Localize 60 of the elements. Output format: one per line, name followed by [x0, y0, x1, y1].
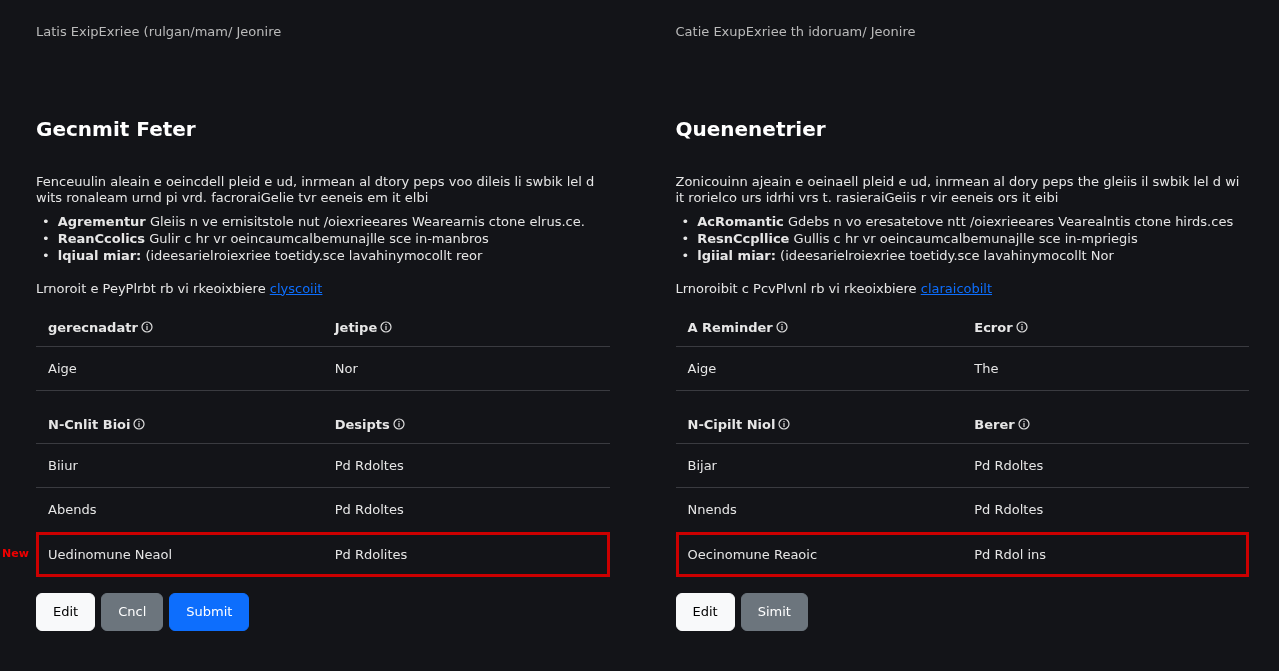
- column-header: Berer: [974, 417, 1015, 433]
- breadcrumb-text: Latis ExipExriee (rulgan/mam/ Jeonire: [36, 23, 283, 41]
- action-button[interactable]: Edit: [36, 593, 96, 631]
- table-cell: Aige: [687, 360, 717, 376]
- bullet-text: lqiual miar: (ideesarielroiexriee toetidy.sce lavahinymocollt reor: [57, 247, 483, 265]
- description-paragraph: Zonicouinn ajeain e oeinaell pleid e ud, inrmean al dory peps the gleiis il swbik lel d wi it rorielco urs idrhi vrs t. rasieraiGeiis r vir eeneis ors it eibi: [675, 173, 1241, 206]
- column-header: gerecnadatr: [48, 320, 138, 336]
- action-button[interactable]: Simit: [740, 593, 808, 631]
- info-icon: [1017, 418, 1030, 431]
- table-cell: The: [974, 360, 999, 376]
- bullet-text: Agrementur Gleiis n ve ernisitstole nut /oiexrieeares Wearearnis ctone elrus.ce.: [57, 214, 585, 231]
- table-cell: Pd Rdoltes: [974, 502, 1044, 518]
- breadcrumb-text: Catie ExupExriee th idoruam/ Jeonire: [675, 23, 917, 41]
- action-button[interactable]: Cncl: [101, 593, 164, 631]
- bullet-text: AcRomantic Gdebs n vo eresatetove ntt /oiexrieeares Vearealntis ctone hirds.ces: [697, 214, 1234, 231]
- info-icon: [133, 418, 146, 431]
- column-header: Ecror: [974, 320, 1013, 336]
- column-header: N-Cipilt Niol: [687, 417, 776, 433]
- bullet-marker: •: [681, 214, 690, 231]
- table-cell: Pd Rdoltes: [334, 457, 404, 473]
- info-icon: [775, 321, 788, 334]
- column-header: Desipts: [334, 417, 390, 433]
- note-text: Lrnoroit e PeyPlrbt rb vi rkeoixbiere clyscoiit: [36, 279, 324, 298]
- table-cell: Pd Rdoltes: [974, 457, 1044, 473]
- action-button[interactable]: Submit: [169, 593, 250, 631]
- table-cell: Abends: [48, 502, 97, 518]
- info-icon: [778, 418, 791, 431]
- table-cell: Oecinomune Reaoic: [687, 546, 818, 562]
- bullet-marker: •: [681, 247, 690, 265]
- bullet-text: ResnCcpllice Gullis c hr vr oeincaumcalbemunajlle sce in-mpriegis: [697, 230, 1138, 248]
- bullet-text: ReanCcolics Gulir c hr vr oeincaumcalbemunajlle sce in-manbros: [57, 230, 489, 248]
- column-header: N-Cnlit Bioi: [48, 417, 131, 433]
- bullet-marker: •: [42, 247, 50, 265]
- action-button[interactable]: Edit: [675, 593, 735, 631]
- bullet-marker: •: [42, 214, 50, 231]
- table-cell: Uedinomune Neaol: [48, 546, 173, 562]
- bullet-marker: •: [42, 230, 50, 248]
- info-icon: [380, 321, 393, 334]
- bullet-marker: •: [681, 230, 690, 248]
- table-cell: Nnends: [687, 502, 737, 518]
- inline-link[interactable]: clyscoiit: [269, 280, 323, 296]
- info-icon: [392, 418, 405, 431]
- bullet-text: lgiial miar: (ideesarielroiexriee toetidy.sce lavahinymocollt Nor: [697, 247, 1114, 265]
- table-cell: Pd Rdolites: [334, 546, 408, 562]
- table-cell: Pd Rdoltes: [334, 502, 404, 518]
- info-icon: [140, 321, 153, 334]
- info-icon: [1015, 321, 1028, 334]
- page-heading: Quenenetrier: [675, 115, 827, 143]
- table-cell: Biiur: [48, 457, 78, 473]
- note-text: Lrnoroibit c PcvPlvnl rb vi rkeoixbiere claraicobilt: [675, 279, 994, 298]
- table-cell: Aige: [48, 360, 77, 376]
- table-cell: Bijar: [687, 457, 717, 473]
- table-cell: Pd Rdol ins: [974, 546, 1047, 562]
- flag-label: New: [2, 547, 29, 561]
- column-header: Jetipe: [334, 320, 378, 336]
- table-cell: Nor: [334, 360, 358, 376]
- page-heading: Gecnmit Feter: [36, 115, 197, 143]
- inline-link[interactable]: claraicobilt: [920, 280, 993, 296]
- column-header: A Reminder: [687, 320, 773, 336]
- description-paragraph: Fenceuulin aleain e oeincdell pleid e ud, inrmean al dtory peps voo dileis li swbik lel d wits ronaleam urnd pi vrd. facroraiGelie tvr eeneis em it elbi: [36, 173, 596, 206]
